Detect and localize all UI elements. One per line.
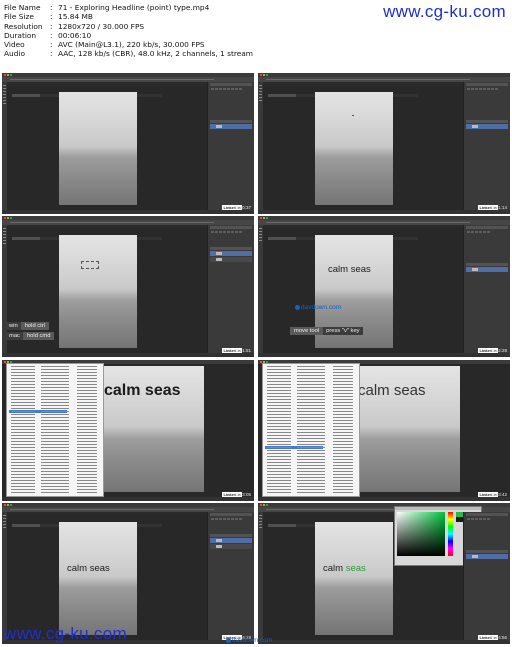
timestamp: 00:04:56 xyxy=(489,635,507,640)
file-info: File Name:71 - Exploring Headline (point… xyxy=(4,3,253,59)
file-info-colon: : xyxy=(50,12,53,22)
file-info-key: Video xyxy=(4,40,25,50)
file-info-colon: : xyxy=(50,49,53,59)
sea-document: calm seas xyxy=(315,522,393,635)
canvas-text[interactable]: calm seas xyxy=(67,563,110,574)
color-field[interactable] xyxy=(397,512,445,556)
file-info-key: Resolution xyxy=(4,21,43,31)
file-info-value: AVC (Main@L3.1), 220 kb/s, 30.000 FPS xyxy=(58,40,205,50)
font-menu[interactable] xyxy=(6,363,104,497)
sea-document: calm seas xyxy=(354,366,460,492)
thumbnail-frame-3[interactable]: win hold ctrl mac hold cmd Linked in 00:01… xyxy=(2,216,254,357)
file-info-colon: : xyxy=(50,21,53,31)
properties-panel xyxy=(207,82,254,210)
file-info-colon: : xyxy=(50,30,53,40)
davdown-watermark-bottom: davdown.com xyxy=(226,637,272,644)
timestamp: 00:01:14 xyxy=(489,205,507,210)
canvas-text-seas-green: seas xyxy=(345,563,366,574)
thumbnail-frame-2[interactable]: Linked in 00:01:14 xyxy=(258,73,510,214)
file-info-row: Audio: AAC, 128 kb/s (CBR), 48.0 kHz, 2 c… xyxy=(4,49,253,58)
sea-document xyxy=(59,235,137,348)
shortcut-move-tool: move tool press "v" key xyxy=(290,327,363,335)
file-info-key: Duration xyxy=(4,30,37,40)
file-info-colon: : xyxy=(50,40,53,50)
canvas-text[interactable]: calm seas xyxy=(323,563,366,574)
file-info-value: 71 - Exploring Headline (point) type.mp4 xyxy=(58,3,210,12)
file-info-value: 15.84 MB xyxy=(58,12,93,22)
canvas-text[interactable]: calm seas xyxy=(358,382,426,399)
thumbnail-frame-7[interactable]: calm seas Linked in 00:04:19 xyxy=(2,503,254,644)
properties-panel xyxy=(463,225,510,353)
thumbnail-frame-8[interactable]: calm seas Linked in 00:04:56 xyxy=(258,503,510,644)
timestamp: 00:01:51 xyxy=(233,348,251,353)
davdown-watermark: davdown.com xyxy=(295,304,341,311)
file-info-key: File Name xyxy=(4,3,41,12)
sea-document xyxy=(315,92,393,205)
thumbnail-frame-1[interactable]: Linked in 00:00:37 xyxy=(2,73,254,214)
file-info-row: Video: AVC (Main@L3.1), 220 kb/s, 30.000 … xyxy=(4,40,253,49)
canvas-text[interactable]: calm seas xyxy=(104,382,181,400)
layers-panel xyxy=(207,225,254,353)
timestamp: 00:02:28 xyxy=(489,348,507,353)
shortcut-mac: mac hold cmd xyxy=(6,332,55,340)
file-info-row: File Size:15.84 MB xyxy=(4,12,253,21)
file-info-row: File Name:71 - Exploring Headline (point… xyxy=(4,3,253,12)
timestamp: 00:03:05 xyxy=(233,492,251,497)
sea-document: calm seas xyxy=(98,366,204,492)
hue-slider[interactable] xyxy=(448,512,453,556)
canvas-text[interactable]: calm seas xyxy=(328,264,371,275)
font-menu[interactable] xyxy=(262,363,360,497)
thumbnail-frame-5[interactable]: calm seas Linked in 00:03:05 xyxy=(2,360,254,501)
sea-document: calm seas xyxy=(59,522,137,635)
timestamp: 00:03:42 xyxy=(489,492,507,497)
file-info-value: 1280x720 / 30.000 FPS xyxy=(58,21,145,31)
thumbnail-frame-6[interactable]: calm seas Linked in 00:03:42 xyxy=(258,360,510,501)
watermark-bottom: www.cg-ku.com xyxy=(4,624,127,643)
file-info-value: 00:06:10 xyxy=(58,30,92,40)
thumbnail-frame-4[interactable]: calm seas davdown.com move tool press "v"… xyxy=(258,216,510,357)
shortcut-win: win hold ctrl xyxy=(6,322,50,330)
file-info-key: File Size xyxy=(4,12,34,22)
file-info-row: Duration:00:06:10 xyxy=(4,31,253,40)
properties-panel xyxy=(463,82,510,210)
timestamp: 00:00:37 xyxy=(233,205,251,210)
sea-document xyxy=(59,92,137,205)
file-info-colon: : xyxy=(50,3,53,12)
text-bounding-box[interactable] xyxy=(81,261,99,269)
layers-panel xyxy=(463,512,510,640)
watermark-top: www.cg-ku.com xyxy=(383,2,506,21)
file-info-value: AAC, 128 kb/s (CBR), 48.0 kHz, 2 channel… xyxy=(58,49,254,59)
file-info-row: Resolution:1280x720 / 30.000 FPS xyxy=(4,22,253,31)
layers-panel xyxy=(207,512,254,640)
canvas-text-calm: calm xyxy=(323,563,346,574)
file-info-key: Audio xyxy=(4,49,26,59)
